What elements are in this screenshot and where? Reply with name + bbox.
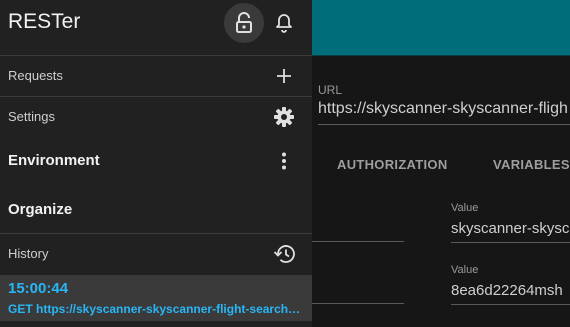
lock-button[interactable] xyxy=(224,3,264,43)
more-vertical-icon xyxy=(282,152,286,170)
variable-value-underline xyxy=(451,242,570,243)
variable-value-input[interactable]: skyscanner-skysc xyxy=(451,220,569,237)
drawer-item-requests: Requests xyxy=(8,68,63,83)
drawer-item-history[interactable]: History xyxy=(8,246,48,261)
plus-icon xyxy=(277,69,291,83)
history-item-time: 15:00:44 xyxy=(8,280,69,297)
settings-button[interactable] xyxy=(272,105,296,129)
tab-variables[interactable]: VARIABLES xyxy=(493,157,570,172)
lock-open-icon xyxy=(236,12,252,33)
drawer-divider xyxy=(0,233,312,234)
navigation-drawer: RESTer Requests Settings Environment Org… xyxy=(0,0,312,327)
variable-value-underline xyxy=(451,304,570,305)
history-item[interactable]: 15:00:44 GET https://skyscanner-skyscann… xyxy=(0,275,312,321)
bell-icon xyxy=(276,14,292,33)
drawer-divider xyxy=(0,96,312,97)
drawer-divider xyxy=(0,55,312,56)
variable-name-underline xyxy=(312,241,404,242)
drawer-item-environment[interactable]: Environment xyxy=(8,152,100,169)
drawer-item-organize[interactable]: Organize xyxy=(8,201,72,218)
history-icon xyxy=(273,245,295,263)
variable-value-input[interactable]: 8ea6d22264msh xyxy=(451,282,563,299)
url-input[interactable]: https://skyscanner-skyscanner-fligh xyxy=(318,100,568,118)
tab-authorization[interactable]: AUTHORIZATION xyxy=(337,157,448,172)
url-label: URL xyxy=(318,83,343,97)
history-button[interactable] xyxy=(272,242,296,266)
add-request-button[interactable] xyxy=(272,64,296,88)
app-title: RESTer xyxy=(8,10,81,33)
drawer-item-settings[interactable]: Settings xyxy=(8,109,55,124)
history-item-request: GET https://skyscanner-skyscanner-flight… xyxy=(8,302,304,316)
gear-icon xyxy=(274,107,294,127)
notifications-button[interactable] xyxy=(264,3,304,43)
variable-name-underline xyxy=(312,303,404,304)
variable-value-label: Value xyxy=(451,264,479,276)
url-input-underline xyxy=(318,124,570,125)
environment-menu-button[interactable] xyxy=(272,149,296,173)
variable-value-label: Value xyxy=(451,202,479,214)
